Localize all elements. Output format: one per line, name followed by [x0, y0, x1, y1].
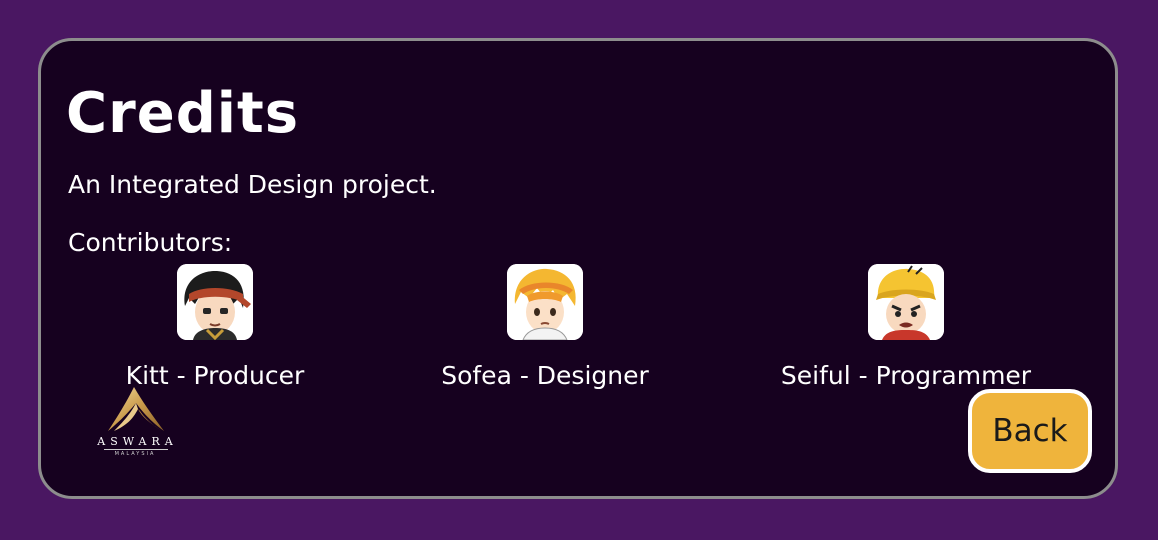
contributor-card-kitt: Kitt - Producer — [55, 264, 375, 394]
contributor-card-seiful: Seiful - Programmer — [746, 264, 1066, 394]
logo-wordmark: ASWARA — [97, 435, 178, 448]
project-description: An Integrated Design project. — [68, 170, 437, 199]
contributor-card-sofea: Sofea - Designer — [385, 264, 705, 394]
contributor-label: Seiful - Programmer — [780, 361, 1032, 390]
back-button[interactable]: Back — [968, 389, 1092, 473]
logo-subtitle: MALAYSIA — [114, 451, 156, 457]
contributor-label: Sofea - Designer — [441, 361, 649, 390]
avatar-yellow-cap-icon — [868, 264, 944, 340]
avatar-headband-icon — [177, 264, 253, 340]
contributors-heading: Contributors: — [68, 228, 233, 257]
page-title: Credits — [66, 81, 300, 146]
logo-divider — [104, 449, 168, 450]
aswara-logo: ASWARA MALAYSIA — [84, 383, 186, 463]
avatar-orange-hair-icon — [507, 264, 583, 340]
